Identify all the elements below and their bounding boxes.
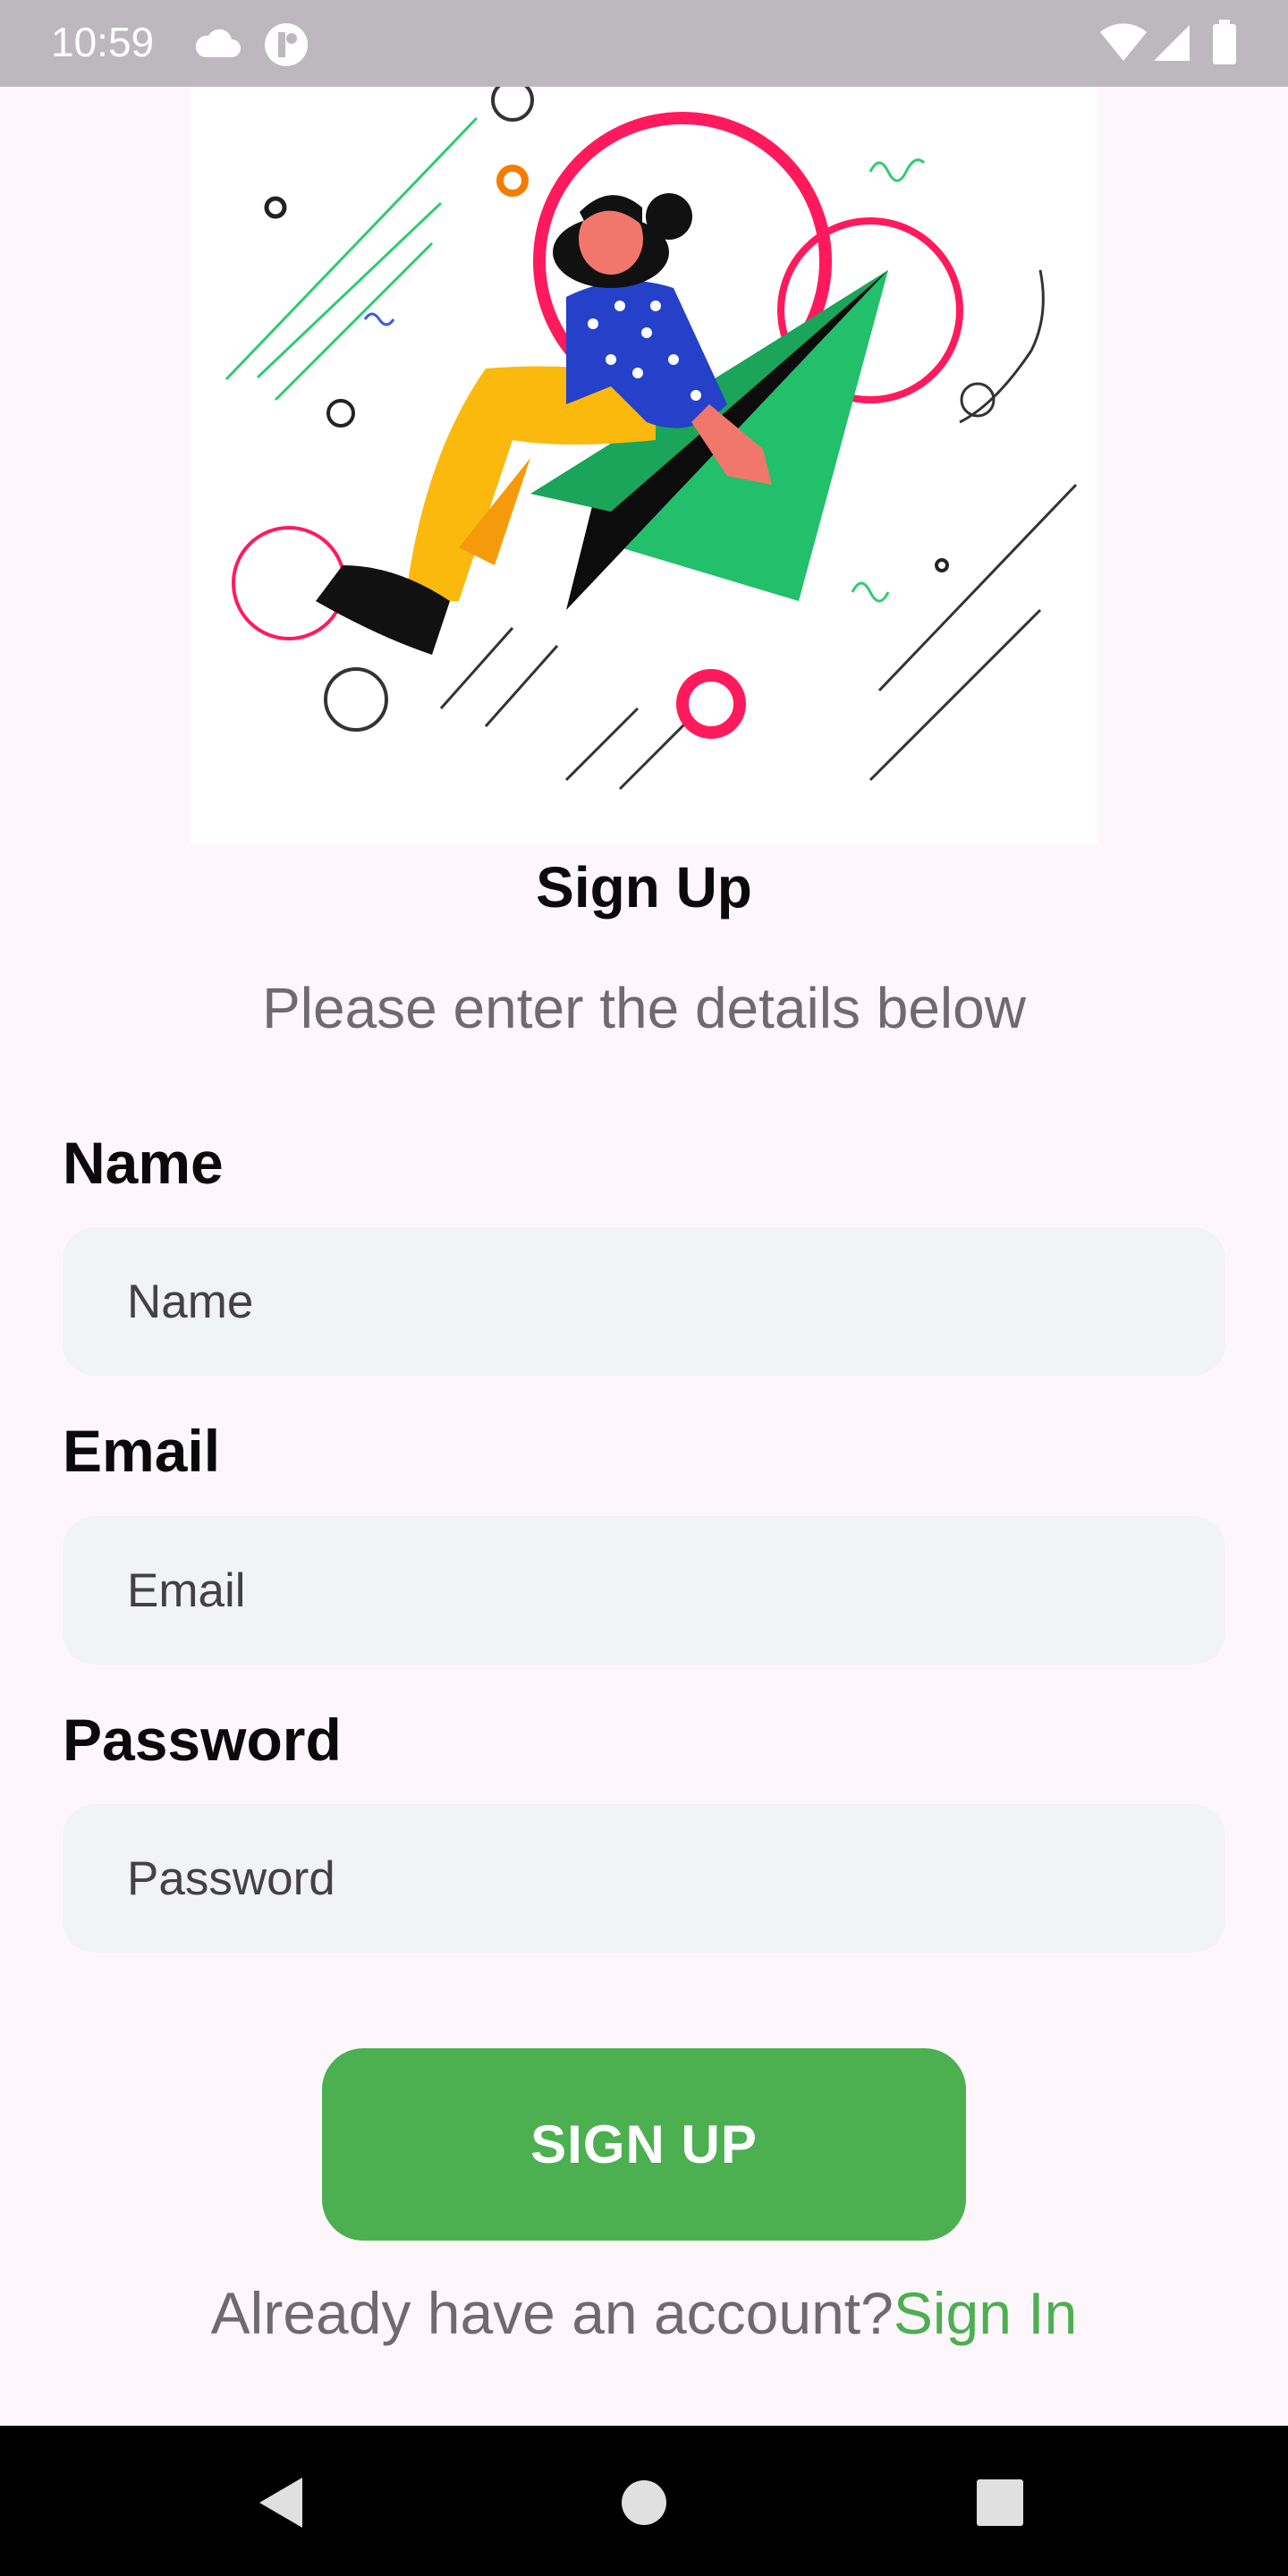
status-bar: 10:59 <box>0 0 1288 87</box>
sign-up-button[interactable]: SIGN UP <box>322 2048 966 2241</box>
page-title: Sign Up <box>536 855 752 919</box>
name-label: Name <box>63 1130 224 1196</box>
email-field[interactable] <box>63 1516 1225 1665</box>
sign-in-prompt-row: Already have an account?Sign In <box>0 2279 1288 2347</box>
recents-icon[interactable] <box>977 2479 1023 2526</box>
name-field[interactable] <box>63 1227 1225 1376</box>
header-illustration <box>191 64 1097 844</box>
battery-icon <box>1213 20 1236 64</box>
app-notification-icon <box>265 23 308 66</box>
email-label: Email <box>63 1418 221 1484</box>
back-icon[interactable] <box>256 2476 306 2529</box>
password-label: Password <box>63 1707 342 1773</box>
sign-in-link[interactable]: Sign In <box>894 2280 1077 2346</box>
cellular-signal-icon <box>1154 25 1190 61</box>
status-time: 10:59 <box>51 19 155 65</box>
wifi-icon <box>1100 23 1147 61</box>
password-field[interactable] <box>63 1804 1225 1953</box>
navigation-bar <box>0 2426 1288 2576</box>
page-subtitle: Please enter the details below <box>262 976 1026 1040</box>
sign-in-prompt: Already have an account? <box>210 2280 894 2346</box>
cloud-icon <box>195 29 241 57</box>
home-icon[interactable] <box>621 2479 667 2526</box>
